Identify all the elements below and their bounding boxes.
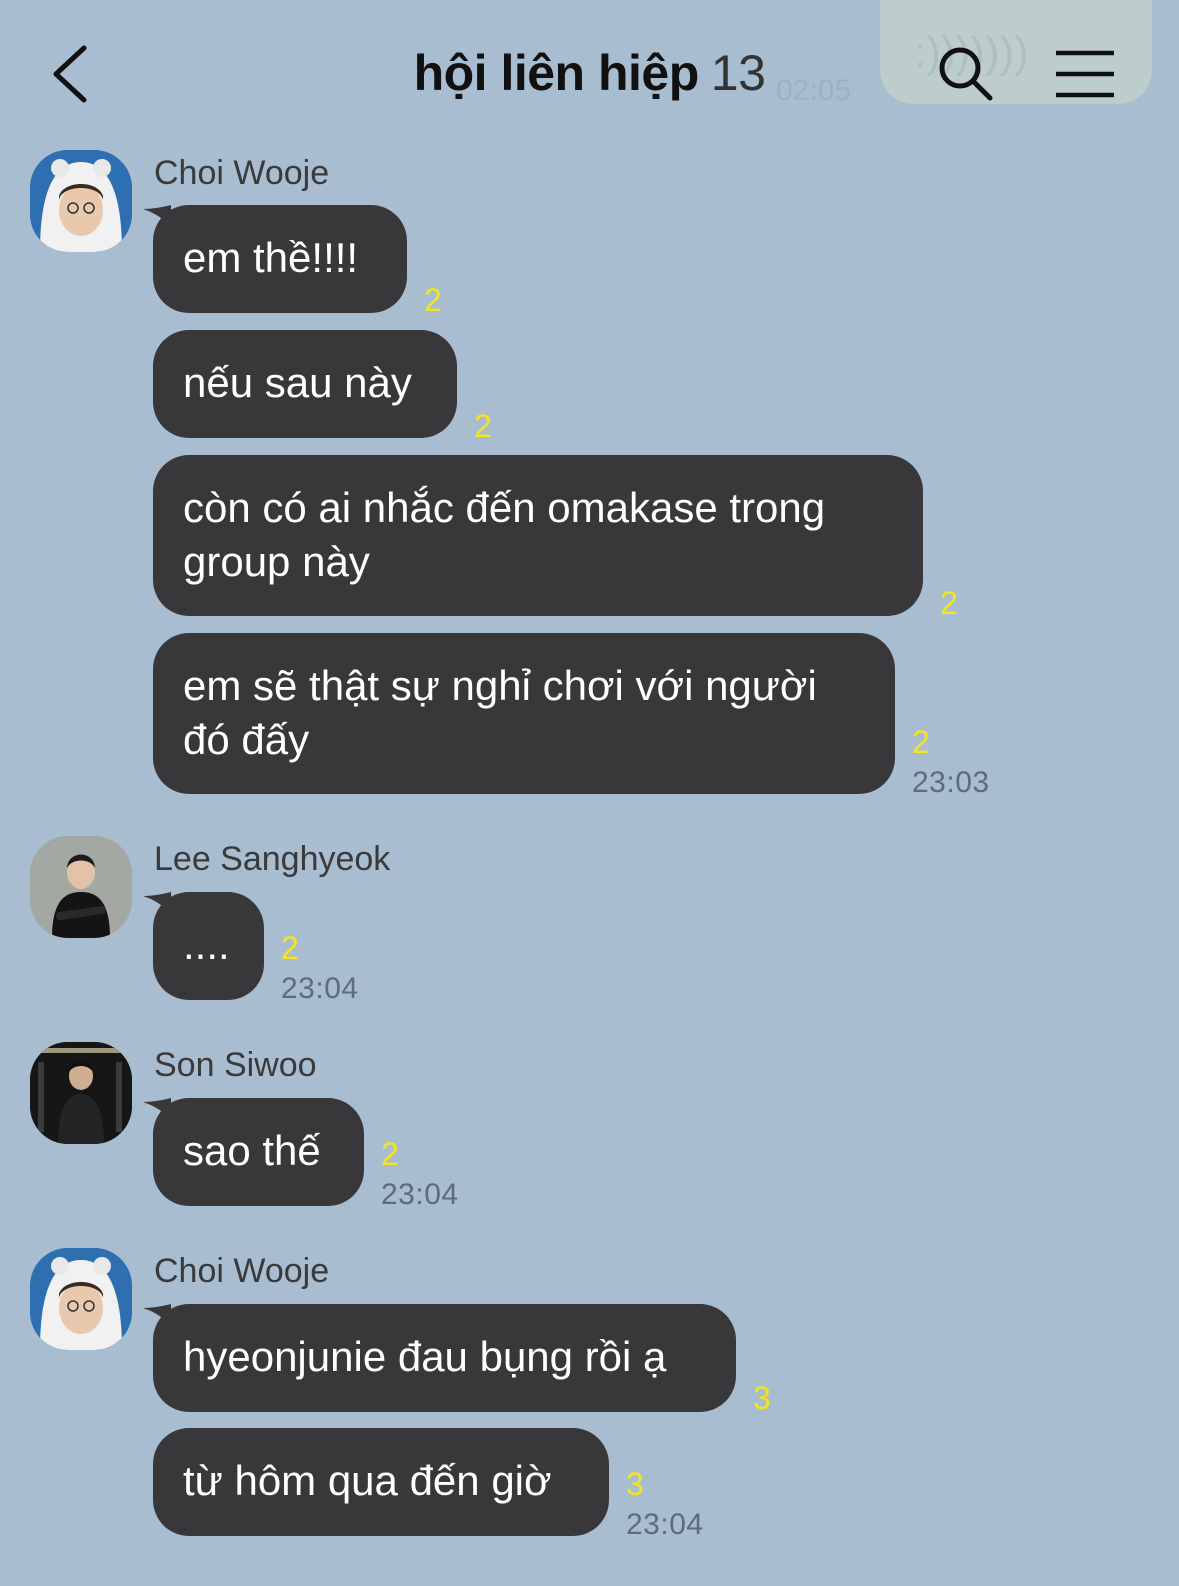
chat-title-text: hội liên hiệp <box>413 45 700 101</box>
unread-count: 2 <box>940 585 958 621</box>
unread-count: 2 <box>381 1136 399 1172</box>
message-time: 23:04 <box>626 1508 704 1541</box>
message-bubble[interactable]: hyeonjunie đau bụng rồi ạ <box>153 1304 736 1412</box>
message-text: hyeonjunie đau bụng rồi ạ <box>183 1333 667 1380</box>
hamburger-menu-icon[interactable] <box>1054 50 1116 98</box>
message-text: .... <box>183 921 230 968</box>
chat-title: hội liên hiệp 13 <box>414 45 766 101</box>
message-text: từ hôm qua đến giờ <box>183 1457 552 1504</box>
message-bubble[interactable]: nếu sau này <box>153 330 457 438</box>
message-bubble[interactable]: từ hôm qua đến giờ <box>153 1428 609 1536</box>
avatar-choi-wooje[interactable] <box>30 150 132 252</box>
unread-count: 2 <box>912 724 930 760</box>
message-time: 23:03 <box>912 766 990 799</box>
sender-name: Choi Wooje <box>154 1252 330 1290</box>
message-text: em thề!!!! <box>183 234 359 281</box>
chevron-left-icon[interactable] <box>48 44 94 104</box>
message-time: 23:04 <box>381 1178 459 1211</box>
avatar-choi-wooje[interactable] <box>30 1248 132 1350</box>
message-bubble[interactable]: em sẽ thật sự nghỉ chơi với người đó đấy <box>153 633 895 794</box>
unread-count: 2 <box>474 408 492 444</box>
message-bubble[interactable]: còn có ai nhắc đến omakase trong group n… <box>153 455 923 616</box>
message-time: 23:04 <box>281 972 359 1005</box>
message-text: còn có ai nhắc đến omakase trong group n… <box>183 484 826 585</box>
unread-count: 2 <box>281 930 299 966</box>
message-bubble[interactable]: em thề!!!! <box>153 205 407 313</box>
sender-name: Son Siwoo <box>154 1046 317 1084</box>
message-text: sao thế <box>183 1127 321 1174</box>
member-count: 13 <box>710 45 766 101</box>
unread-count: 3 <box>626 1466 644 1502</box>
sender-name: Choi Wooje <box>154 154 330 192</box>
background-message-time: 02:05 <box>776 74 852 107</box>
message-bubble[interactable]: .... <box>153 892 264 1000</box>
sender-name: Lee Sanghyeok <box>154 840 391 878</box>
message-text: em sẽ thật sự nghỉ chơi với người đó đấy <box>183 662 817 763</box>
chat-header: :))))))) 02:05 hội liên hiệp 13 <box>0 0 1179 140</box>
message-text: nếu sau này <box>183 359 412 406</box>
unread-count: 2 <box>424 282 442 318</box>
avatar-son-siwoo[interactable] <box>30 1042 132 1144</box>
unread-count: 3 <box>753 1380 771 1416</box>
avatar-lee-sanghyeok[interactable] <box>30 836 132 938</box>
search-icon[interactable] <box>936 44 996 104</box>
message-bubble[interactable]: sao thế <box>153 1098 364 1206</box>
